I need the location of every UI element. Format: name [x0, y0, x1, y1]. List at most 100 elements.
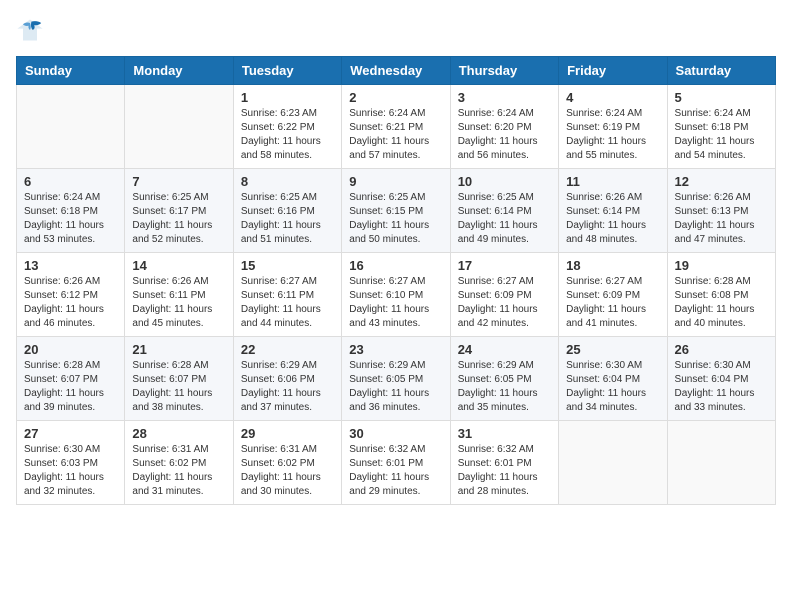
- day-info: Sunrise: 6:27 AM Sunset: 6:09 PM Dayligh…: [458, 275, 551, 331]
- calendar-cell: 1 Sunrise: 6:23 AM Sunset: 6:22 PM Dayli…: [233, 85, 341, 169]
- day-info: Sunrise: 6:26 AM Sunset: 6:12 PM Dayligh…: [24, 275, 117, 331]
- day-number: 21: [132, 342, 225, 357]
- calendar-cell: 28 Sunrise: 6:31 AM Sunset: 6:02 PM Dayl…: [125, 421, 233, 505]
- day-number: 26: [675, 342, 768, 357]
- day-info: Sunrise: 6:29 AM Sunset: 6:05 PM Dayligh…: [458, 359, 551, 415]
- day-number: 29: [241, 426, 334, 441]
- day-info: Sunrise: 6:28 AM Sunset: 6:07 PM Dayligh…: [132, 359, 225, 415]
- calendar-cell: 9 Sunrise: 6:25 AM Sunset: 6:15 PM Dayli…: [342, 169, 450, 253]
- day-number: 3: [458, 90, 551, 105]
- weekday-header: Friday: [559, 57, 667, 85]
- calendar-cell: 4 Sunrise: 6:24 AM Sunset: 6:19 PM Dayli…: [559, 85, 667, 169]
- day-number: 19: [675, 258, 768, 273]
- day-number: 15: [241, 258, 334, 273]
- day-number: 7: [132, 174, 225, 189]
- day-number: 2: [349, 90, 442, 105]
- day-info: Sunrise: 6:25 AM Sunset: 6:14 PM Dayligh…: [458, 191, 551, 247]
- day-info: Sunrise: 6:32 AM Sunset: 6:01 PM Dayligh…: [458, 443, 551, 499]
- calendar-cell: 5 Sunrise: 6:24 AM Sunset: 6:18 PM Dayli…: [667, 85, 775, 169]
- day-info: Sunrise: 6:24 AM Sunset: 6:18 PM Dayligh…: [675, 107, 768, 163]
- day-info: Sunrise: 6:31 AM Sunset: 6:02 PM Dayligh…: [241, 443, 334, 499]
- page-header: [16, 16, 776, 44]
- day-number: 1: [241, 90, 334, 105]
- calendar-cell: 7 Sunrise: 6:25 AM Sunset: 6:17 PM Dayli…: [125, 169, 233, 253]
- calendar-week-row: 27 Sunrise: 6:30 AM Sunset: 6:03 PM Dayl…: [17, 421, 776, 505]
- calendar-cell: [667, 421, 775, 505]
- day-info: Sunrise: 6:24 AM Sunset: 6:19 PM Dayligh…: [566, 107, 659, 163]
- calendar-week-row: 13 Sunrise: 6:26 AM Sunset: 6:12 PM Dayl…: [17, 253, 776, 337]
- weekday-header: Sunday: [17, 57, 125, 85]
- day-number: 17: [458, 258, 551, 273]
- calendar-cell: 8 Sunrise: 6:25 AM Sunset: 6:16 PM Dayli…: [233, 169, 341, 253]
- day-number: 28: [132, 426, 225, 441]
- day-info: Sunrise: 6:26 AM Sunset: 6:13 PM Dayligh…: [675, 191, 768, 247]
- calendar-cell: 27 Sunrise: 6:30 AM Sunset: 6:03 PM Dayl…: [17, 421, 125, 505]
- calendar-cell: [125, 85, 233, 169]
- day-number: 13: [24, 258, 117, 273]
- day-info: Sunrise: 6:24 AM Sunset: 6:20 PM Dayligh…: [458, 107, 551, 163]
- day-info: Sunrise: 6:28 AM Sunset: 6:07 PM Dayligh…: [24, 359, 117, 415]
- calendar-cell: 31 Sunrise: 6:32 AM Sunset: 6:01 PM Dayl…: [450, 421, 558, 505]
- weekday-header: Thursday: [450, 57, 558, 85]
- day-number: 16: [349, 258, 442, 273]
- day-info: Sunrise: 6:29 AM Sunset: 6:05 PM Dayligh…: [349, 359, 442, 415]
- calendar-cell: 2 Sunrise: 6:24 AM Sunset: 6:21 PM Dayli…: [342, 85, 450, 169]
- weekday-header: Saturday: [667, 57, 775, 85]
- day-info: Sunrise: 6:32 AM Sunset: 6:01 PM Dayligh…: [349, 443, 442, 499]
- day-number: 4: [566, 90, 659, 105]
- calendar-cell: 26 Sunrise: 6:30 AM Sunset: 6:04 PM Dayl…: [667, 337, 775, 421]
- weekday-header: Wednesday: [342, 57, 450, 85]
- calendar-week-row: 6 Sunrise: 6:24 AM Sunset: 6:18 PM Dayli…: [17, 169, 776, 253]
- calendar-cell: 13 Sunrise: 6:26 AM Sunset: 6:12 PM Dayl…: [17, 253, 125, 337]
- day-info: Sunrise: 6:27 AM Sunset: 6:09 PM Dayligh…: [566, 275, 659, 331]
- weekday-header: Monday: [125, 57, 233, 85]
- day-info: Sunrise: 6:25 AM Sunset: 6:15 PM Dayligh…: [349, 191, 442, 247]
- day-info: Sunrise: 6:27 AM Sunset: 6:10 PM Dayligh…: [349, 275, 442, 331]
- calendar-cell: 18 Sunrise: 6:27 AM Sunset: 6:09 PM Dayl…: [559, 253, 667, 337]
- calendar-table: SundayMondayTuesdayWednesdayThursdayFrid…: [16, 56, 776, 505]
- calendar-cell: [17, 85, 125, 169]
- calendar-cell: 10 Sunrise: 6:25 AM Sunset: 6:14 PM Dayl…: [450, 169, 558, 253]
- calendar-cell: 25 Sunrise: 6:30 AM Sunset: 6:04 PM Dayl…: [559, 337, 667, 421]
- calendar-cell: 14 Sunrise: 6:26 AM Sunset: 6:11 PM Dayl…: [125, 253, 233, 337]
- day-info: Sunrise: 6:30 AM Sunset: 6:03 PM Dayligh…: [24, 443, 117, 499]
- calendar-cell: 30 Sunrise: 6:32 AM Sunset: 6:01 PM Dayl…: [342, 421, 450, 505]
- calendar-cell: 15 Sunrise: 6:27 AM Sunset: 6:11 PM Dayl…: [233, 253, 341, 337]
- calendar-cell: 23 Sunrise: 6:29 AM Sunset: 6:05 PM Dayl…: [342, 337, 450, 421]
- day-number: 9: [349, 174, 442, 189]
- day-number: 22: [241, 342, 334, 357]
- day-number: 12: [675, 174, 768, 189]
- day-number: 14: [132, 258, 225, 273]
- calendar-week-row: 20 Sunrise: 6:28 AM Sunset: 6:07 PM Dayl…: [17, 337, 776, 421]
- day-info: Sunrise: 6:24 AM Sunset: 6:21 PM Dayligh…: [349, 107, 442, 163]
- day-number: 27: [24, 426, 117, 441]
- calendar-cell: 21 Sunrise: 6:28 AM Sunset: 6:07 PM Dayl…: [125, 337, 233, 421]
- day-number: 18: [566, 258, 659, 273]
- logo: [16, 16, 48, 44]
- day-number: 8: [241, 174, 334, 189]
- day-info: Sunrise: 6:26 AM Sunset: 6:11 PM Dayligh…: [132, 275, 225, 331]
- day-number: 6: [24, 174, 117, 189]
- calendar-cell: 16 Sunrise: 6:27 AM Sunset: 6:10 PM Dayl…: [342, 253, 450, 337]
- day-info: Sunrise: 6:27 AM Sunset: 6:11 PM Dayligh…: [241, 275, 334, 331]
- logo-icon: [16, 16, 44, 44]
- day-number: 24: [458, 342, 551, 357]
- calendar-cell: 24 Sunrise: 6:29 AM Sunset: 6:05 PM Dayl…: [450, 337, 558, 421]
- calendar-cell: 29 Sunrise: 6:31 AM Sunset: 6:02 PM Dayl…: [233, 421, 341, 505]
- weekday-header: Tuesday: [233, 57, 341, 85]
- day-number: 30: [349, 426, 442, 441]
- calendar-cell: [559, 421, 667, 505]
- day-number: 20: [24, 342, 117, 357]
- day-info: Sunrise: 6:26 AM Sunset: 6:14 PM Dayligh…: [566, 191, 659, 247]
- day-number: 5: [675, 90, 768, 105]
- day-info: Sunrise: 6:25 AM Sunset: 6:16 PM Dayligh…: [241, 191, 334, 247]
- day-info: Sunrise: 6:28 AM Sunset: 6:08 PM Dayligh…: [675, 275, 768, 331]
- day-info: Sunrise: 6:24 AM Sunset: 6:18 PM Dayligh…: [24, 191, 117, 247]
- day-info: Sunrise: 6:30 AM Sunset: 6:04 PM Dayligh…: [675, 359, 768, 415]
- day-info: Sunrise: 6:30 AM Sunset: 6:04 PM Dayligh…: [566, 359, 659, 415]
- day-info: Sunrise: 6:29 AM Sunset: 6:06 PM Dayligh…: [241, 359, 334, 415]
- calendar-cell: 6 Sunrise: 6:24 AM Sunset: 6:18 PM Dayli…: [17, 169, 125, 253]
- day-info: Sunrise: 6:23 AM Sunset: 6:22 PM Dayligh…: [241, 107, 334, 163]
- day-number: 31: [458, 426, 551, 441]
- day-number: 11: [566, 174, 659, 189]
